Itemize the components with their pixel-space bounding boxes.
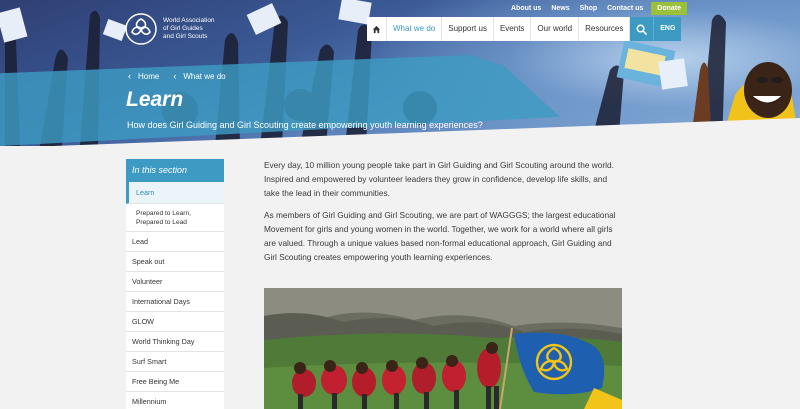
nav-our-world[interactable]: Our world: [531, 17, 580, 41]
sidebar-item-surf-smart[interactable]: Surf Smart: [126, 352, 224, 372]
nav-resources[interactable]: Resources: [579, 17, 631, 41]
search-button[interactable]: [630, 17, 655, 41]
main-nav: What we do Support us Events Our world R…: [367, 17, 682, 41]
search-icon: [636, 24, 648, 35]
hero-banner: World Association of Girl Guides and Gir…: [0, 0, 800, 146]
page-subtitle: How does Girl Guiding and Girl Scouting …: [127, 120, 483, 130]
main-content: Every day, 10 million young people take …: [264, 158, 624, 272]
sidebar-item-prepared-to-learn[interactable]: Prepared to Learn, Prepared to Lead: [126, 204, 224, 232]
contact-us-link[interactable]: Contact us: [602, 2, 648, 15]
girls-with-flag-photo: [264, 288, 622, 409]
nav-events[interactable]: Events: [494, 17, 532, 41]
logo-line-1: World Association: [163, 17, 215, 24]
sidebar-item-learn[interactable]: Learn: [126, 182, 224, 204]
sidebar-item-millennium[interactable]: Millennium: [126, 392, 224, 409]
breadcrumb-home[interactable]: Home: [138, 72, 159, 81]
donate-button[interactable]: Donate: [651, 2, 688, 15]
home-icon: [372, 25, 381, 33]
breadcrumb-current[interactable]: What we do: [183, 72, 225, 81]
sidebar-item-speak-out[interactable]: Speak out: [126, 252, 224, 272]
about-us-link[interactable]: About us: [506, 2, 546, 15]
news-link[interactable]: News: [546, 2, 574, 15]
nav-support-us[interactable]: Support us: [442, 17, 494, 41]
utility-nav: About us News Shop Contact us Donate: [506, 2, 688, 15]
logo-line-2: of Girl Guides: [163, 25, 203, 32]
trefoil-logo-icon: [125, 13, 157, 45]
shop-link[interactable]: Shop: [575, 2, 603, 15]
chevron-left-icon: ‹: [173, 71, 177, 81]
sidebar-item-free-being-me[interactable]: Free Being Me: [126, 372, 224, 392]
home-button[interactable]: [367, 17, 387, 41]
page-title: Learn: [126, 88, 184, 111]
sidebar-item-glow[interactable]: GLOW: [126, 312, 224, 332]
language-selector[interactable]: ENG: [654, 17, 682, 41]
waggggs-paragraph: As members of Girl Guiding and Girl Scou…: [264, 210, 616, 262]
sidebar-item-international-days[interactable]: International Days: [126, 292, 224, 312]
site-logo[interactable]: World Association of Girl Guides and Gir…: [125, 13, 233, 45]
intro-paragraph: Every day, 10 million young people take …: [264, 160, 614, 198]
nav-what-we-do[interactable]: What we do: [387, 17, 443, 41]
sidebar-item-lead[interactable]: Lead: [126, 232, 224, 252]
logo-line-3: and Girl Scouts: [163, 33, 208, 40]
section-sidebar: In this section Learn Prepared to Learn,…: [126, 159, 224, 409]
breadcrumb: ‹ Home ‹ What we do: [128, 71, 226, 81]
chevron-left-icon: ‹: [128, 71, 131, 81]
sidebar-heading: In this section: [126, 159, 224, 182]
logo-text: World Association of Girl Guides and Gir…: [163, 17, 233, 41]
sidebar-item-volunteer[interactable]: Volunteer: [126, 272, 224, 292]
sidebar-item-world-thinking-day[interactable]: World Thinking Day: [126, 332, 224, 352]
